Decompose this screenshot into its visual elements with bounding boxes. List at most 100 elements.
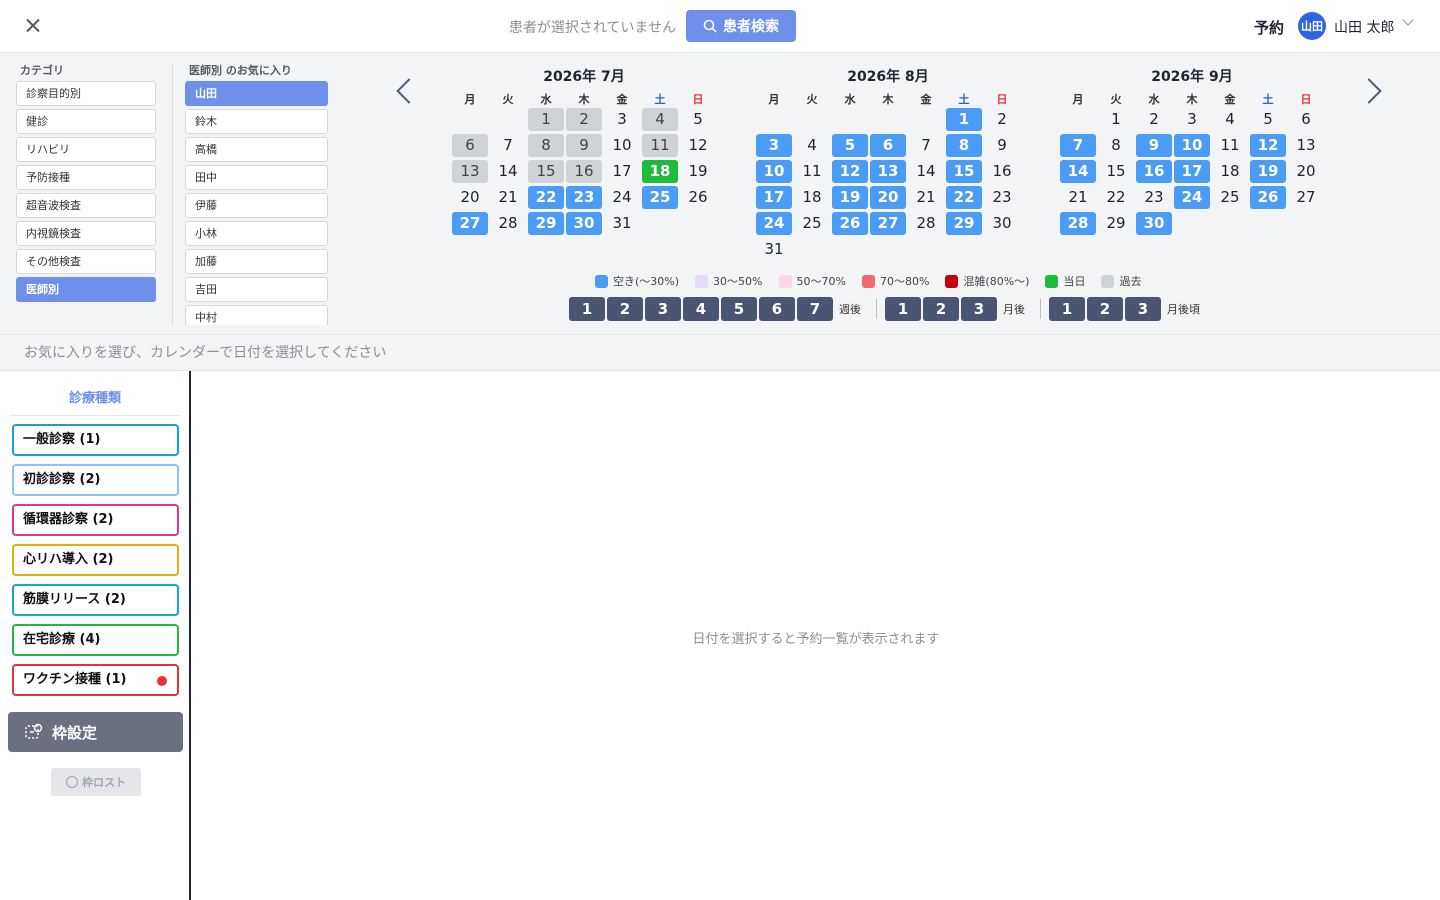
- calendar-day[interactable]: 18: [1212, 160, 1248, 183]
- jump-button[interactable]: 2: [607, 297, 643, 321]
- calendar-day[interactable]: 13: [1288, 134, 1324, 157]
- calendar-day[interactable]: 11: [642, 134, 678, 157]
- jump-button[interactable]: 2: [923, 297, 959, 321]
- calendar-day[interactable]: 9: [1136, 134, 1172, 157]
- calendar-day[interactable]: 19: [1250, 160, 1286, 183]
- frame-settings-button[interactable]: 枠設定: [8, 712, 183, 752]
- calendar-day[interactable]: 27: [1288, 186, 1324, 209]
- calendar-day[interactable]: 6: [1288, 108, 1324, 131]
- calendar-day[interactable]: 14: [490, 160, 526, 183]
- calendar-day[interactable]: 22: [946, 186, 982, 209]
- calendar-day[interactable]: 4: [1212, 108, 1248, 131]
- calendar-day[interactable]: 11: [1212, 134, 1248, 157]
- chevron-down-icon[interactable]: [1402, 14, 1414, 26]
- category-item[interactable]: 診察目的別: [16, 81, 156, 106]
- calendar-day[interactable]: 24: [604, 186, 640, 209]
- calendar-day[interactable]: 21: [1060, 186, 1096, 209]
- calendar-day[interactable]: 17: [1174, 160, 1210, 183]
- calendar-day[interactable]: 25: [1212, 186, 1248, 209]
- calendar-day[interactable]: 14: [908, 160, 944, 183]
- calendar-day[interactable]: 31: [604, 212, 640, 235]
- favorite-doctor-item[interactable]: 小林: [185, 221, 328, 246]
- close-icon[interactable]: [22, 15, 44, 37]
- appointment-type-button[interactable]: 初診診察 (2): [12, 464, 179, 496]
- calendar-day[interactable]: 16: [984, 160, 1020, 183]
- calendar-day[interactable]: 22: [1098, 186, 1134, 209]
- calendar-day[interactable]: 5: [680, 108, 716, 131]
- calendar-day[interactable]: 27: [452, 212, 488, 235]
- calendar-day[interactable]: 20: [452, 186, 488, 209]
- calendar-day[interactable]: 28: [1060, 212, 1096, 235]
- category-item[interactable]: 超音波検査: [16, 193, 156, 218]
- calendar-day[interactable]: 17: [604, 160, 640, 183]
- calendar-day[interactable]: 15: [528, 160, 564, 183]
- calendar-day[interactable]: 8: [946, 134, 982, 157]
- calendar-day[interactable]: 26: [680, 186, 716, 209]
- category-item[interactable]: 内視鏡検査: [16, 221, 156, 246]
- calendar-day[interactable]: 2: [984, 108, 1020, 131]
- jump-button[interactable]: 2: [1087, 297, 1123, 321]
- calendar-day[interactable]: 24: [1174, 186, 1210, 209]
- favorite-doctor-item[interactable]: 中村: [185, 305, 328, 325]
- calendar-day[interactable]: 10: [604, 134, 640, 157]
- calendar-day[interactable]: 10: [756, 160, 792, 183]
- calendar-day[interactable]: 7: [1060, 134, 1096, 157]
- calendar-day[interactable]: 25: [642, 186, 678, 209]
- appointment-type-button[interactable]: 心リハ導入 (2): [12, 544, 179, 576]
- calendar-day[interactable]: 29: [946, 212, 982, 235]
- favorite-doctor-item[interactable]: 田中: [185, 165, 328, 190]
- calendar-day[interactable]: 13: [452, 160, 488, 183]
- jump-button[interactable]: 6: [759, 297, 795, 321]
- calendar-day[interactable]: 10: [1174, 134, 1210, 157]
- category-item[interactable]: 予防接種: [16, 165, 156, 190]
- calendar-day[interactable]: 16: [1136, 160, 1172, 183]
- calendar-day[interactable]: 1: [946, 108, 982, 131]
- category-item[interactable]: その他検査: [16, 249, 156, 274]
- calendar-day[interactable]: 1: [1098, 108, 1134, 131]
- calendar-day[interactable]: 26: [1250, 186, 1286, 209]
- appointment-type-button[interactable]: ワクチン接種 (1): [12, 664, 179, 696]
- calendar-day[interactable]: 2: [566, 108, 602, 131]
- calendar-day[interactable]: 3: [756, 134, 792, 157]
- calendar-day[interactable]: 12: [680, 134, 716, 157]
- calendar-day[interactable]: 21: [908, 186, 944, 209]
- calendar-day[interactable]: 5: [832, 134, 868, 157]
- calendar-day[interactable]: 5: [1250, 108, 1286, 131]
- calendar-day[interactable]: 12: [832, 160, 868, 183]
- calendar-day[interactable]: 4: [794, 134, 830, 157]
- jump-button[interactable]: 3: [961, 297, 997, 321]
- favorites-list[interactable]: 山田 鈴木 高橋 田中 伊藤 小林 加藤 吉田 中村: [185, 81, 328, 325]
- calendar-day[interactable]: 23: [1136, 186, 1172, 209]
- calendar-day[interactable]: 19: [832, 186, 868, 209]
- calendar-day[interactable]: 23: [984, 186, 1020, 209]
- calendar-day[interactable]: 3: [604, 108, 640, 131]
- calendar-day[interactable]: 4: [642, 108, 678, 131]
- calendar-day[interactable]: 21: [490, 186, 526, 209]
- calendar-day[interactable]: 2: [1136, 108, 1172, 131]
- calendar-day[interactable]: 3: [1174, 108, 1210, 131]
- calendar-day[interactable]: 13: [870, 160, 906, 183]
- calendar-day[interactable]: 29: [528, 212, 564, 235]
- calendar-day[interactable]: 9: [984, 134, 1020, 157]
- calendar-day[interactable]: 20: [870, 186, 906, 209]
- calendar-day[interactable]: 15: [1098, 160, 1134, 183]
- calendar-day[interactable]: 1: [528, 108, 564, 131]
- jump-button[interactable]: 1: [1049, 297, 1085, 321]
- calendar-day[interactable]: 16: [566, 160, 602, 183]
- calendar-day[interactable]: 30: [566, 212, 602, 235]
- category-item[interactable]: 健診: [16, 109, 156, 134]
- category-item[interactable]: 医師別: [16, 277, 156, 302]
- calendar-day[interactable]: 8: [1098, 134, 1134, 157]
- calendar-day[interactable]: 20: [1288, 160, 1324, 183]
- avatar[interactable]: 山田: [1298, 12, 1326, 40]
- calendar-day[interactable]: 30: [1136, 212, 1172, 235]
- calendar-day[interactable]: 26: [832, 212, 868, 235]
- appointment-type-button[interactable]: 筋膜リリース (2): [12, 584, 179, 616]
- calendar-day[interactable]: 12: [1250, 134, 1286, 157]
- calendar-day[interactable]: 24: [756, 212, 792, 235]
- jump-button[interactable]: 3: [645, 297, 681, 321]
- calendar-day[interactable]: 25: [794, 212, 830, 235]
- calendar-day[interactable]: 9: [566, 134, 602, 157]
- calendar-day[interactable]: 7: [490, 134, 526, 157]
- appointment-type-button[interactable]: 一般診察 (1): [12, 424, 179, 456]
